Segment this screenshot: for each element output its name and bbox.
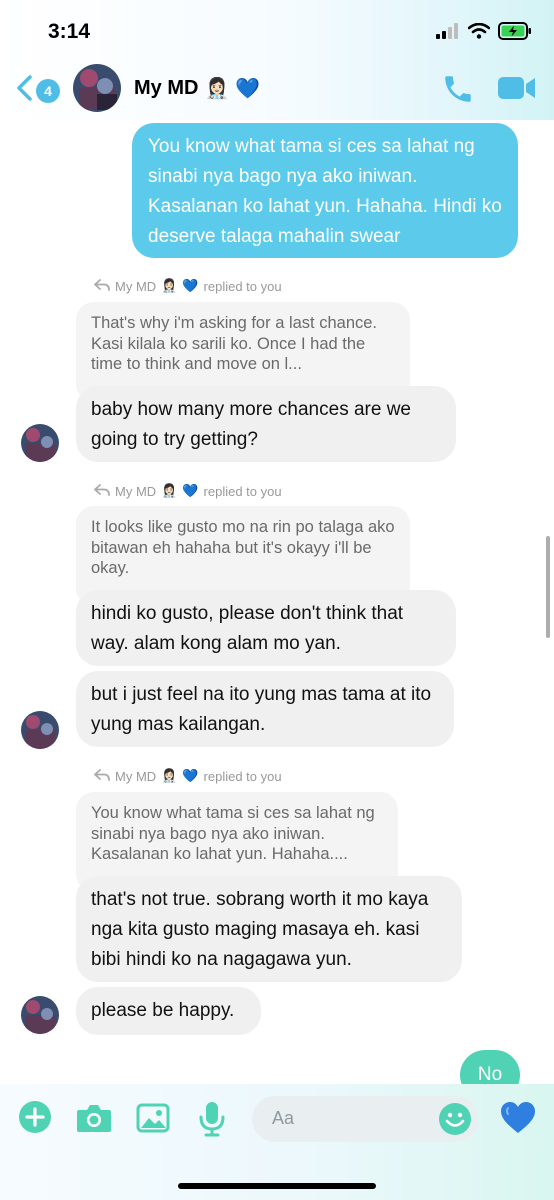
camera-button[interactable]	[76, 1103, 112, 1138]
phone-call-button[interactable]	[441, 72, 475, 111]
message-input[interactable]: Aa	[252, 1096, 478, 1142]
camera-icon	[76, 1105, 112, 1137]
sender-avatar[interactable]	[21, 711, 59, 749]
phone-icon	[441, 76, 475, 110]
reply-heart: 💙	[182, 278, 199, 293]
reply-arrow-icon	[94, 483, 110, 499]
gallery-button[interactable]	[136, 1103, 170, 1138]
more-actions-button[interactable]	[18, 1100, 52, 1139]
reply-heart: 💙	[182, 768, 199, 783]
scrollbar[interactable]	[546, 536, 550, 638]
home-indicator[interactable]	[178, 1183, 376, 1189]
incoming-message[interactable]: that's not true. sobrang worth it mo kay…	[76, 876, 462, 982]
incoming-message[interactable]: hindi ko gusto, please don't think that …	[76, 590, 456, 666]
emoji-icon[interactable]	[438, 1102, 472, 1141]
reply-label: My MD 👩🏻‍⚕️ 💙 replied to you	[94, 483, 282, 499]
signal-icon	[436, 23, 460, 44]
message-input-placeholder: Aa	[272, 1108, 295, 1128]
reply-suffix: replied to you	[203, 483, 282, 499]
reply-name: My MD	[115, 483, 157, 499]
battery-icon	[498, 22, 532, 45]
reply-label: My MD 👩🏻‍⚕️ 💙 replied to you	[94, 278, 282, 294]
reply-name: My MD	[115, 278, 157, 294]
reply-suffix: replied to you	[203, 768, 282, 784]
microphone-icon	[199, 1102, 225, 1141]
status-time: 3:14	[48, 20, 91, 43]
send-heart-button[interactable]	[500, 1101, 536, 1140]
sender-avatar[interactable]	[21, 996, 59, 1034]
reply-label: My MD 👩🏻‍⚕️ 💙 replied to you	[94, 768, 282, 784]
image-icon	[136, 1103, 170, 1137]
incoming-message[interactable]: please be happy.	[76, 987, 261, 1035]
video-camera-icon	[497, 77, 537, 106]
top-bar: 3:14	[0, 0, 554, 120]
contact-name[interactable]: My MD 👩🏻‍⚕️ 💙	[134, 76, 260, 101]
reply-emoji: 👩🏻‍⚕️	[161, 483, 178, 498]
back-chevron-icon	[14, 74, 34, 107]
voice-button[interactable]	[199, 1101, 225, 1142]
reply-arrow-icon	[94, 278, 110, 294]
plus-icon	[18, 1101, 52, 1138]
outgoing-message[interactable]: You know what tama si ces sa lahat ng si…	[132, 123, 518, 258]
video-call-button[interactable]	[497, 74, 537, 107]
contact-name-text: My MD	[134, 77, 199, 99]
wifi-icon	[467, 22, 491, 44]
reply-suffix: replied to you	[203, 278, 282, 294]
doctor-emoji: 👩🏻‍⚕️	[204, 78, 230, 100]
status-icons	[436, 22, 532, 45]
back-button[interactable]: 4	[14, 74, 60, 107]
blue-heart-emoji: 💙	[235, 78, 261, 100]
reply-heart: 💙	[182, 483, 199, 498]
reply-emoji: 👩🏻‍⚕️	[161, 768, 178, 783]
reply-emoji: 👩🏻‍⚕️	[161, 278, 178, 293]
contact-avatar[interactable]	[73, 64, 121, 112]
heart-icon	[500, 1102, 536, 1139]
incoming-message[interactable]: but i just feel na ito yung mas tama at …	[76, 671, 454, 747]
reply-name: My MD	[115, 768, 157, 784]
reply-arrow-icon	[94, 768, 110, 784]
sender-avatar[interactable]	[21, 424, 59, 462]
incoming-message[interactable]: baby how many more chances are we going …	[76, 386, 456, 462]
unread-badge: 4	[36, 78, 60, 103]
